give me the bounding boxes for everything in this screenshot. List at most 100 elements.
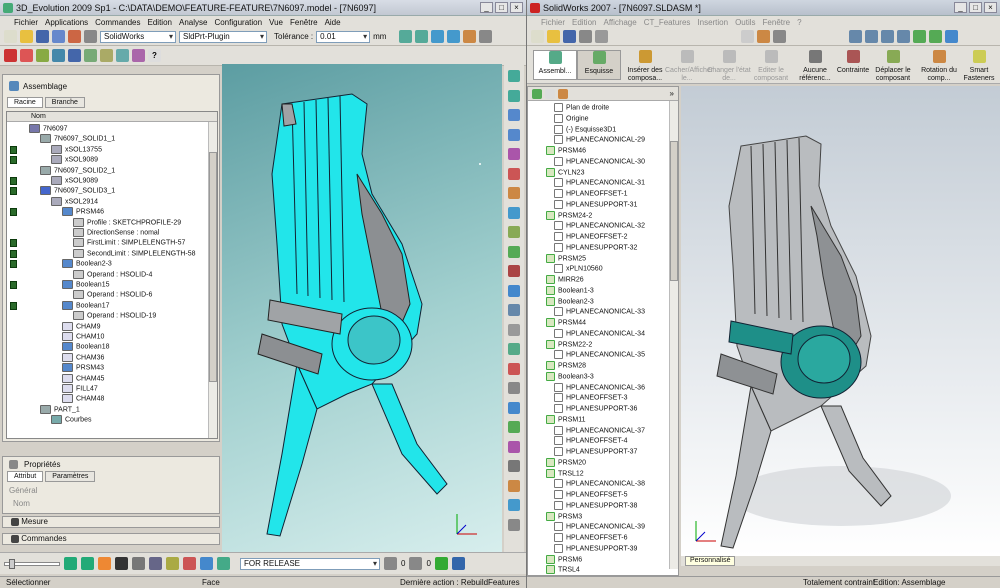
sw-tree-node[interactable]: PRSM44 (546, 318, 586, 328)
sw-tree-node[interactable]: xPLN10560 (554, 264, 603, 274)
sw-tree-node[interactable]: PRSM11 (546, 414, 586, 425)
side-tool-icon[interactable] (508, 499, 520, 511)
pick-icon[interactable] (20, 49, 33, 62)
feature-icon[interactable] (68, 49, 81, 62)
zoom-icon[interactable] (149, 557, 162, 570)
zoom-slider[interactable] (4, 558, 60, 569)
visibility-toggle-icon[interactable] (10, 281, 17, 289)
menu-aide[interactable]: Aide (325, 18, 341, 27)
sw-menu-help[interactable]: ? (797, 18, 801, 27)
sw-menu-fichier[interactable]: Fichier (541, 18, 565, 27)
sw-options-icon[interactable] (773, 30, 786, 43)
side-tool-icon[interactable] (508, 323, 520, 336)
sw-tree-node[interactable]: HPLANECANONICAL-38 (554, 479, 645, 489)
sw-minimize-button[interactable]: _ (954, 2, 967, 13)
report-icon[interactable] (479, 30, 493, 43)
sw-command-button[interactable]: Assembl... (533, 50, 577, 80)
maximize-button[interactable]: □ (495, 2, 508, 13)
menu-fenetre[interactable]: Fenêtre (290, 18, 318, 27)
sw-tree-node[interactable]: HPLANECANONICAL-35 (554, 350, 645, 360)
menu-applications[interactable]: Applications (45, 18, 88, 27)
sw-select-icon[interactable] (741, 30, 754, 43)
mesure-bar[interactable]: Mesure (2, 516, 220, 528)
tree-node[interactable]: PART_1 (40, 404, 80, 415)
filter-blue-icon[interactable] (451, 557, 465, 570)
sw-command-button[interactable]: Rotation du comp... (917, 50, 961, 82)
menu-vue[interactable]: Vue (269, 18, 283, 27)
sw-tree-node[interactable]: HPLANESUPPORT-39 (554, 543, 637, 554)
side-tool-icon[interactable] (508, 89, 520, 102)
tree-node[interactable]: CHAM10 (62, 332, 104, 342)
side-tool-icon[interactable] (508, 382, 520, 394)
visibility-toggle-icon[interactable] (10, 177, 17, 185)
cad-system-select[interactable]: SolidWorks (100, 30, 176, 43)
sw-tree-node[interactable]: (-) Esquisse3D1 (554, 124, 616, 135)
tree-node[interactable]: CHAM45 (62, 373, 104, 384)
tree-scrollbar[interactable] (208, 122, 217, 438)
sw-tree-node[interactable]: HPLANESUPPORT-32 (554, 242, 637, 253)
shading-icon[interactable] (166, 557, 179, 570)
sw-command-button[interactable]: Contrainte (831, 50, 875, 80)
sw-menu-edition[interactable]: Edition (572, 18, 596, 27)
side-tool-icon[interactable] (508, 245, 520, 258)
sw-tree-node[interactable]: Plan de droite (554, 103, 609, 113)
sw-tree-node[interactable]: TRSL4 (546, 565, 580, 575)
menu-edition[interactable]: Edition (148, 18, 172, 27)
undo-icon[interactable] (84, 30, 97, 43)
sw-tree-node[interactable]: HPLANECANONICAL-29 (554, 135, 645, 145)
sw-tree-node[interactable]: HPLANEOFFSET-5 (554, 490, 627, 500)
tree-node[interactable]: Operand : HSOLID-6 (73, 290, 152, 300)
new-icon[interactable] (4, 30, 17, 43)
filter-green-icon[interactable] (434, 557, 448, 570)
sw-close-button[interactable]: × (984, 2, 997, 13)
tree-node[interactable]: xSOL9089 (51, 155, 98, 165)
sw-tree-node[interactable]: HPLANESUPPORT-31 (554, 199, 637, 210)
side-tool-icon[interactable] (508, 109, 520, 121)
sw-command-button[interactable]: Editer le composant (749, 50, 793, 82)
rebuild-icon[interactable] (52, 49, 65, 62)
solid-icon[interactable] (84, 49, 97, 62)
sw-tree-node[interactable]: HPLANECANONICAL-30 (554, 156, 645, 167)
side-tool-icon[interactable] (508, 401, 520, 414)
visibility-toggle-icon[interactable] (10, 301, 17, 310)
side-tool-icon[interactable] (508, 128, 520, 141)
tree-node[interactable]: 7N6097 (29, 124, 68, 134)
tab-racine[interactable]: Racine (7, 97, 43, 108)
sw-tree-node[interactable]: HPLANEOFFSET-6 (554, 533, 627, 543)
sw-tree-node[interactable]: CYLN23 (546, 167, 584, 178)
sw-tree-node[interactable]: HPLANESUPPORT-36 (554, 404, 637, 414)
tree-node[interactable]: CHAM9 (62, 321, 101, 332)
sw-tree-node[interactable]: Boolean3-3 (546, 371, 594, 382)
tab-branche[interactable]: Branche (44, 97, 85, 108)
side-tool-icon[interactable] (508, 479, 520, 492)
minimize-button[interactable]: _ (480, 2, 493, 13)
edge-icon[interactable] (132, 49, 145, 62)
sw-tree-node[interactable]: HPLANEOFFSET-4 (554, 436, 627, 446)
help-icon[interactable]: ? (148, 49, 161, 62)
layer-icon[interactable] (217, 557, 230, 570)
sw-tree-node[interactable]: PRSM25 (546, 253, 586, 264)
shell-icon[interactable] (100, 49, 113, 62)
export-icon[interactable] (68, 30, 81, 43)
sw-open-icon[interactable] (547, 30, 560, 43)
tree-node[interactable]: Operand : HSOLID-19 (73, 311, 156, 321)
sw-maximize-button[interactable]: □ (969, 2, 982, 13)
sw-tree-node[interactable]: HPLANECANONICAL-37 (554, 425, 645, 436)
tree-node[interactable]: Operand : HSOLID-4 (73, 269, 152, 280)
tree-node[interactable]: Boolean2-3 (62, 259, 112, 269)
side-tool-icon[interactable] (508, 148, 520, 160)
check-icon[interactable] (415, 30, 429, 43)
tree-node[interactable]: CHAM36 (62, 352, 104, 363)
pan-icon[interactable] (115, 557, 128, 570)
menu-configuration[interactable]: Configuration (214, 18, 262, 27)
sw-menu-fenetre[interactable]: Fenêtre (763, 18, 791, 27)
sw-tree-node[interactable]: TRSL12 (546, 468, 584, 479)
sw-tree-node[interactable]: HPLANEOFFSET-2 (554, 232, 627, 242)
sw-zoom-area-icon[interactable] (865, 30, 878, 43)
sw-tree-node[interactable]: HPLANECANONICAL-33 (554, 307, 645, 317)
sw-command-button[interactable]: Smart Fasteners (957, 50, 1000, 82)
tolerance-input[interactable]: 0.01 (316, 30, 371, 43)
tree-node[interactable]: xSOL2914 (51, 196, 98, 207)
sw-tree-node[interactable]: PRSM6 (546, 554, 582, 565)
sw-section-icon[interactable] (945, 30, 958, 43)
